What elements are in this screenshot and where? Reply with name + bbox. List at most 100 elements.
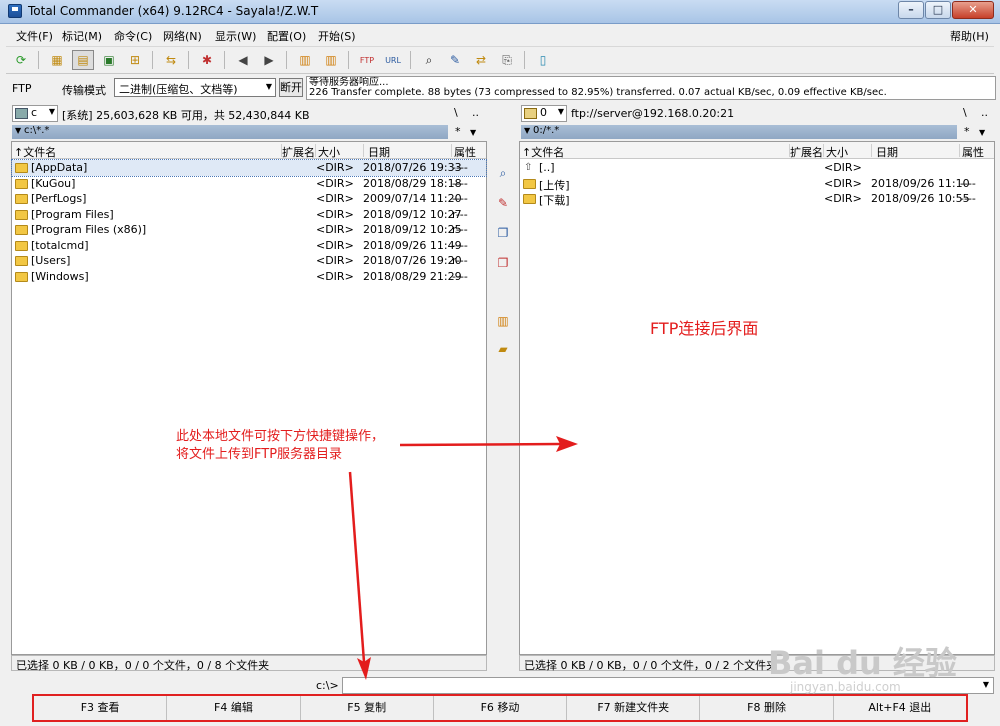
file-row[interactable]: [PerfLogs] <DIR> 2009/07/14 11:20 ---- [12,191,486,207]
multi-rename-icon[interactable]: ✎ [444,50,466,70]
file-row[interactable]: ⇧ [..] <DIR> [520,160,994,176]
new-folder-icon[interactable]: ▰ [493,340,513,358]
close-button[interactable]: ✕ [952,1,994,19]
col-date[interactable]: 日期 [876,144,960,159]
right-root-button[interactable]: \ [963,106,967,119]
unpack-icon[interactable]: ▥ [320,50,342,70]
transfer-mode-select[interactable]: 二进制(压缩包、文档等) ▼ [114,78,276,97]
f4-edit-button[interactable]: F4 编辑 [167,696,301,720]
file-row[interactable]: [totalcmd] <DIR> 2018/09/26 11:49 ---- [12,238,486,254]
back-icon[interactable]: ◀ [232,50,254,70]
col-attr[interactable]: 属性 [454,144,486,159]
menu-file[interactable]: 文件(F) [16,28,53,44]
ftp-log[interactable]: 等待服务器响应... 226 Transfer complete. 88 byt… [306,76,996,100]
select-icon[interactable]: ✱ [196,50,218,70]
menu-commands[interactable]: 命令(C) [114,28,152,44]
col-size[interactable]: 大小 [318,144,364,159]
right-path-bar[interactable]: ▼ 0:/*.* [521,125,957,139]
copy-file-icon[interactable]: ❐ [493,224,513,242]
menu-mark[interactable]: 标记(M) [62,28,102,44]
chevron-down-icon: ▼ [15,126,22,135]
exit-button[interactable]: Alt+F4 退出 [834,696,966,720]
menu-net[interactable]: 网络(N) [163,28,202,44]
file-row[interactable]: [KuGou] <DIR> 2018/08/29 18:18 ---- [12,176,486,192]
forward-icon[interactable]: ▶ [258,50,280,70]
left-parent-button[interactable]: .. [472,106,479,119]
left-drive-select[interactable]: c ▼ [12,105,58,122]
file-size: <DIR> [316,269,354,283]
window-title: Total Commander (x64) 9.12RC4 - Sayala!/… [28,4,319,18]
thumbnail-view-icon[interactable]: ▣ [98,50,120,70]
file-date: 2018/07/26 19:33 [363,161,462,174]
ftp-connect-icon[interactable]: FTP [356,50,378,70]
view-file-icon[interactable]: ⌕ [493,164,513,182]
left-path: c:\*.* [24,125,50,136]
right-file-panel[interactable]: ↑文件名 扩展名 大小 日期 属性 ⇧ [..] <DIR> [上传] <DIR> 201… [519,141,995,655]
notepad-icon[interactable]: ▯ [532,50,554,70]
tree-view-icon[interactable]: ⊞ [124,50,146,70]
file-date: 2018/09/26 10:55 [871,192,970,205]
file-name: [Program Files (x86)] [31,223,147,236]
right-parent-button[interactable]: .. [981,106,988,119]
right-filter[interactable]: * ▼ [964,125,985,138]
copy-names-icon[interactable]: ⎘ [496,50,518,70]
file-size: <DIR> [316,207,354,221]
col-ext[interactable]: 扩展名 [790,144,824,159]
sync-dirs-icon[interactable]: ⇄ [470,50,492,70]
col-ext[interactable]: 扩展名 [282,144,316,159]
file-row[interactable]: [AppData] <DIR> 2018/07/26 19:33 ---- [11,159,487,177]
file-date: 2018/07/26 19:20 [363,254,462,267]
left-filter[interactable]: * ▼ [455,125,476,138]
col-name[interactable]: ↑文件名 [14,144,282,159]
left-root-button[interactable]: \ [454,106,458,119]
file-row[interactable]: [Program Files (x86)] <DIR> 2018/09/12 10:… [12,222,486,238]
left-path-bar[interactable]: ▼ c:\*.* [12,125,448,139]
invert-selection-icon[interactable]: ⇆ [160,50,182,70]
col-date[interactable]: 日期 [368,144,452,159]
file-date: 2018/09/26 11:49 [363,238,462,252]
brief-view-icon[interactable]: ▦ [46,50,68,70]
file-row[interactable]: [上传] <DIR> 2018/09/26 11:10 ---- [520,176,994,192]
file-name: [Program Files] [31,207,114,221]
edit-file-icon[interactable]: ✎ [493,194,513,212]
right-drive-letter: 0 [540,106,547,119]
col-attr[interactable]: 属性 [962,144,994,159]
col-size[interactable]: 大小 [826,144,872,159]
menu-help[interactable]: 帮助(H) [950,28,989,44]
url-connect-icon[interactable]: URL [382,50,404,70]
file-row[interactable]: [下载] <DIR> 2018/09/26 10:55 ---- [520,191,994,207]
left-file-panel[interactable]: ↑文件名 扩展名 大小 日期 属性 [AppData] <DIR> 2018/07/… [11,141,487,655]
transfer-mode-value: 二进制(压缩包、文档等) [119,83,238,96]
full-view-icon[interactable]: ▤ [72,50,94,70]
file-size: <DIR> [316,176,354,190]
ftp-drive-icon [524,108,537,119]
col-name[interactable]: ↑文件名 [522,144,790,159]
f8-delete-button[interactable]: F8 删除 [700,696,834,720]
disconnect-button[interactable]: 断开 [279,78,303,97]
search-icon[interactable]: ⌕ [418,50,440,70]
pack-icon[interactable]: ▥ [294,50,316,70]
minimize-button[interactable]: – [898,1,924,19]
maximize-button[interactable]: □ [925,1,951,19]
file-date: 2018/09/12 10:25 [363,223,462,236]
menu-start[interactable]: 开始(S) [318,28,356,44]
f6-move-button[interactable]: F6 移动 [434,696,568,720]
file-row[interactable]: [Program Files] <DIR> 2018/09/12 10:27 r--- [12,207,486,223]
f7-new-folder-button[interactable]: F7 新建文件夹 [567,696,701,720]
move-file-icon[interactable]: ❐ [493,254,513,272]
pack-files-icon[interactable]: ▥ [493,312,513,330]
right-drive-select[interactable]: 0 ▼ [521,105,567,122]
file-row[interactable]: [Windows] <DIR> 2018/08/29 21:29 ---- [12,269,486,285]
file-attr: r--- [452,223,468,236]
menu-config[interactable]: 配置(O) [267,28,306,44]
transfer-mode-label: 传输模式 [62,84,106,97]
refresh-icon[interactable]: ⟳ [10,50,32,70]
f5-copy-button[interactable]: F5 复制 [301,696,434,720]
file-date: 2018/09/12 10:27 [363,207,462,221]
file-name: [Windows] [31,269,89,283]
file-size: <DIR> [316,192,354,205]
file-row[interactable]: [Users] <DIR> 2018/07/26 19:20 r--- [12,253,486,269]
menu-show[interactable]: 显示(W) [215,28,256,44]
f3-view-button[interactable]: F3 查看 [34,696,168,720]
command-prompt: c:\> [316,679,339,692]
